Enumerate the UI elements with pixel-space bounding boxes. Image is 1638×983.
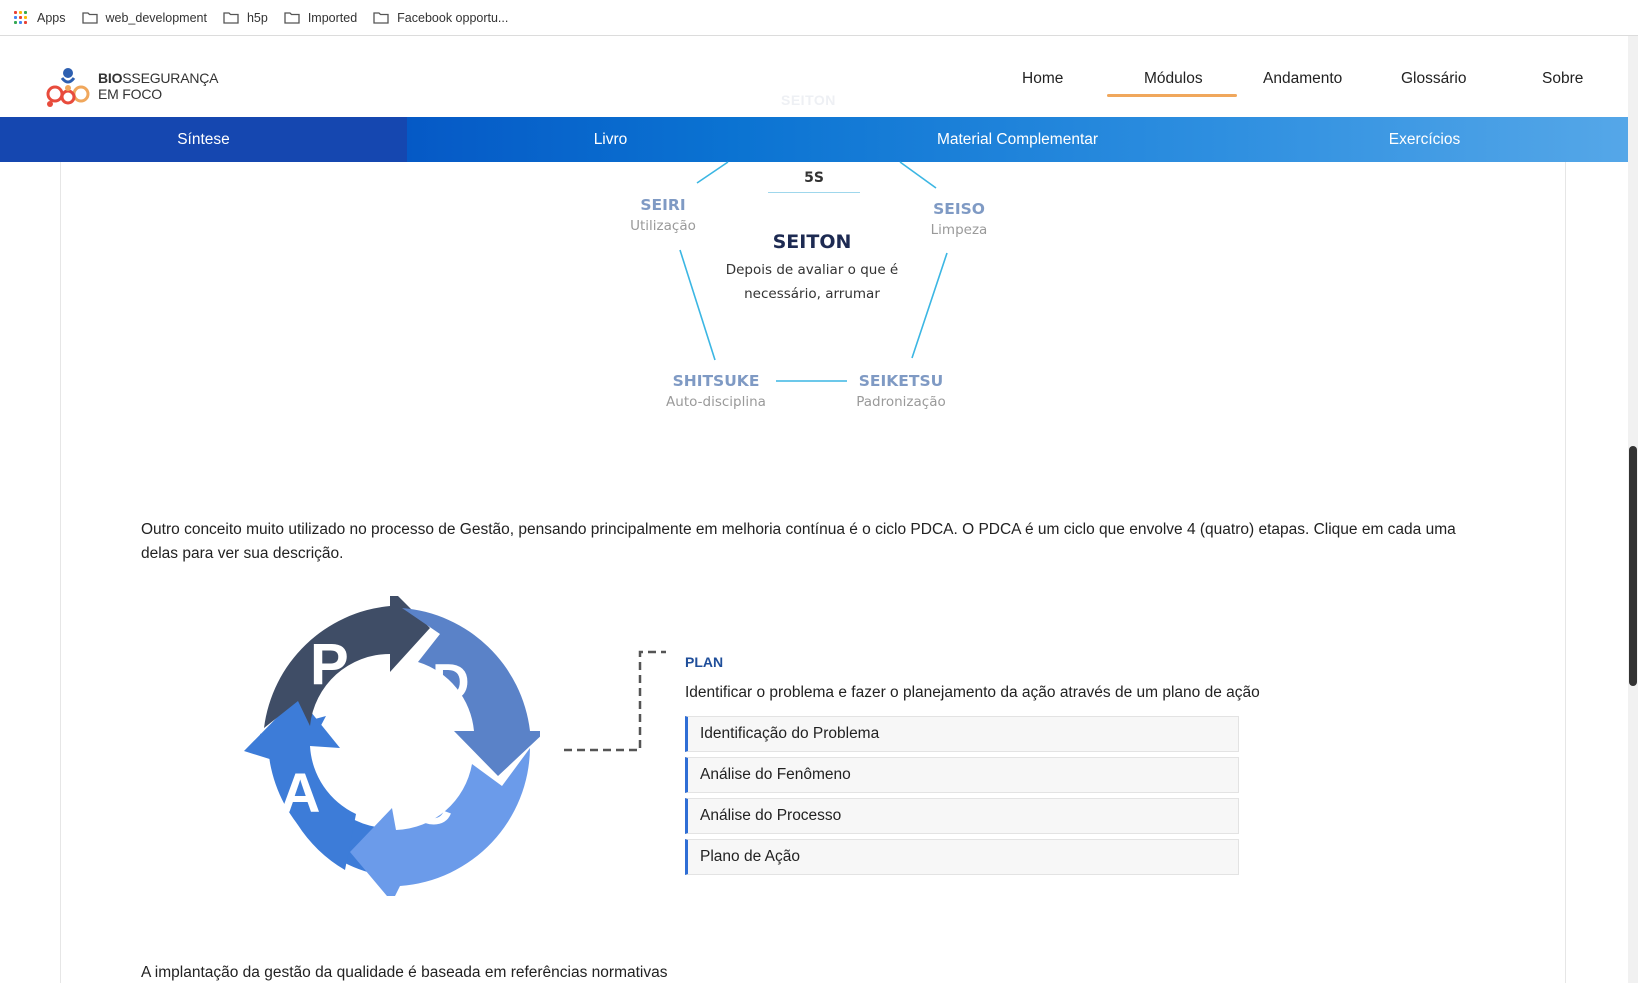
pdca-step-item[interactable]: Plano de Ação xyxy=(685,839,1239,875)
biohazard-logo-icon xyxy=(46,68,90,107)
bookmark-folder[interactable]: Imported xyxy=(284,11,357,25)
folder-icon xyxy=(81,12,98,24)
pdca-step-item[interactable]: Análise do Processo xyxy=(685,798,1239,834)
bookmark-label: h5p xyxy=(246,10,268,25)
nav-sobre[interactable]: Sobre xyxy=(1542,70,1583,88)
tab-sintese[interactable]: Síntese xyxy=(0,117,407,162)
folder-icon xyxy=(223,12,239,24)
pdca-intro-text: Outro conceito muito utilizado no proces… xyxy=(141,521,1456,562)
site-logo[interactable]: BIOSSEGURANÇA EM FOCO xyxy=(45,64,219,108)
folder-icon xyxy=(373,12,389,24)
logo-text: BIOSSEGURANÇA EM FOCO xyxy=(98,70,219,102)
pdca-connector-line xyxy=(564,650,666,752)
active-nav-indicator xyxy=(1107,94,1237,97)
five-s-selected-title: SEITON xyxy=(772,231,852,253)
nav-modulos[interactable]: Módulos xyxy=(1144,70,1203,88)
bookmark-folder[interactable]: Facebook opportu... xyxy=(373,11,508,25)
folder-icon xyxy=(284,12,300,24)
bookmark-label: web_development xyxy=(105,10,207,25)
module-tabs: Síntese Livro Material Complementar Exer… xyxy=(0,117,1628,162)
five-s-item-seiri[interactable]: SEIRI Utilização xyxy=(613,196,713,234)
site-header: BIOSSEGURANÇA EM FOCO SEITON Home Módulo… xyxy=(0,36,1628,117)
pdca-wheel: P D C A xyxy=(244,596,540,896)
five-s-item-shitsuke[interactable]: SHITSUKE Auto-disciplina xyxy=(651,372,781,410)
bookmarks-bar: Apps web_development h5p Imported Facebo… xyxy=(0,0,1638,36)
pdca-step-item[interactable]: Análise do Fenômeno xyxy=(685,757,1239,793)
pdca-letter-p: P xyxy=(310,632,349,697)
five-s-item-seiketsu[interactable]: SEIKETSU Padronização xyxy=(841,372,961,410)
nav-andamento[interactable]: Andamento xyxy=(1263,70,1342,88)
bookmark-folder[interactable]: h5p xyxy=(223,11,268,25)
apps-grid-icon xyxy=(14,10,28,25)
tab-material-complementar[interactable]: Material Complementar xyxy=(814,117,1221,162)
tab-exercicios[interactable]: Exercícios xyxy=(1221,117,1628,162)
pdca-selected-title: PLAN xyxy=(685,654,724,670)
five-s-selected-desc: Depois de avaliar o que é necessário, ar… xyxy=(725,262,899,302)
pdca-steps-list: Identificação do Problema Análise do Fen… xyxy=(685,716,1239,880)
pdca-letter-c: C xyxy=(412,773,452,836)
bookmark-label: Imported xyxy=(307,10,358,25)
pdca-letter-d: D xyxy=(432,654,470,712)
bookmark-label: Facebook opportu... xyxy=(397,10,509,25)
bookmark-label: Apps xyxy=(37,10,66,25)
bookmark-apps[interactable]: Apps xyxy=(14,10,66,25)
tab-livro[interactable]: Livro xyxy=(407,117,814,162)
bookmark-folder[interactable]: web_development xyxy=(81,10,207,25)
pdca-step-item[interactable]: Identificação do Problema xyxy=(685,716,1239,752)
ghost-heading: SEITON xyxy=(781,92,836,108)
five-s-center-label: 5S xyxy=(768,170,860,193)
nav-glossario[interactable]: Glossário xyxy=(1401,70,1466,88)
scrollbar-thumb[interactable] xyxy=(1629,446,1637,686)
nav-home[interactable]: Home xyxy=(1022,70,1063,88)
five-s-item-seiso[interactable]: SEISO Limpeza xyxy=(909,200,1009,238)
pdca-selected-desc: Identificar o problema e fazer o planeja… xyxy=(685,684,1260,701)
pdca-letter-a: A xyxy=(280,761,320,824)
normative-text: A implantação da gestão da qualidade é b… xyxy=(141,964,668,981)
